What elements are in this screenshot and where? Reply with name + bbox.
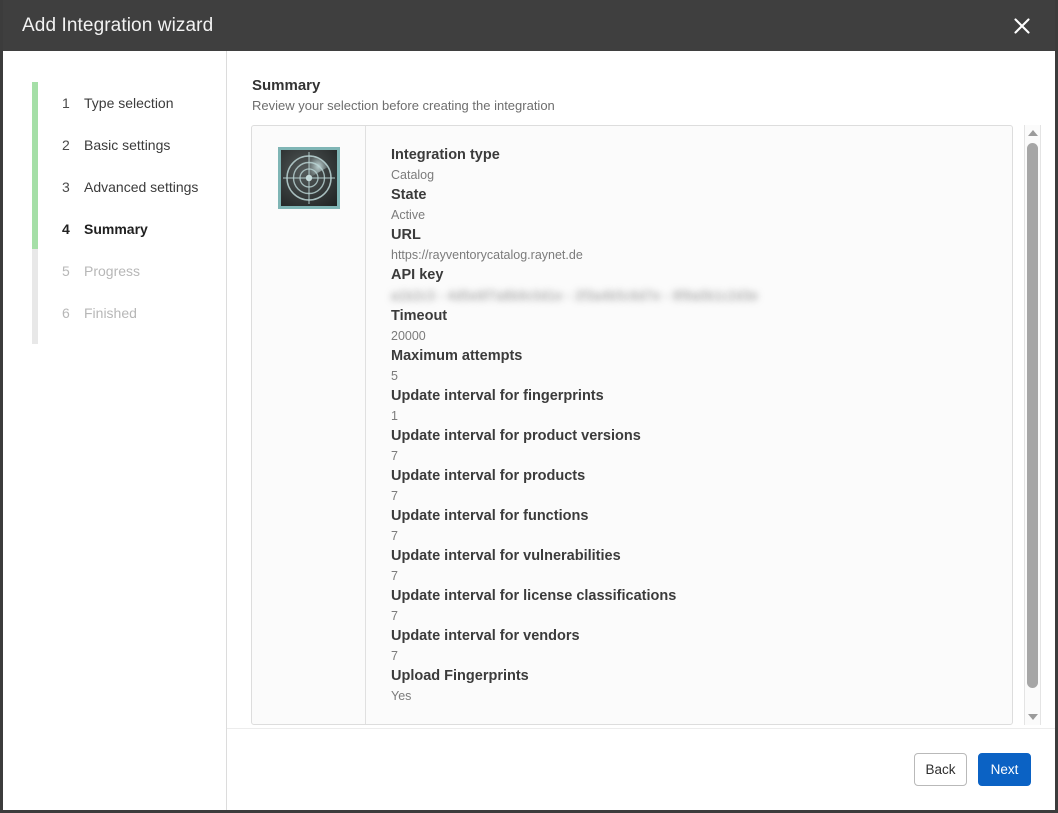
field-value: 7 <box>391 609 398 623</box>
radar-icon <box>277 147 340 209</box>
page-subtitle: Review your selection before creating th… <box>252 98 555 113</box>
scroll-down-button[interactable] <box>1024 709 1041 725</box>
field-value: 20000 <box>391 329 426 343</box>
dialog-footer: Back Next <box>227 729 1055 810</box>
back-button[interactable]: Back <box>914 753 967 786</box>
wizard-main-panel: Summary Review your selection before cre… <box>227 51 1055 810</box>
page-header: Summary Review your selection before cre… <box>227 51 1055 115</box>
wizard-steps-sidebar: 1 Type selection 2 Basic settings 3 Adva… <box>3 51 227 810</box>
close-icon <box>1012 16 1032 36</box>
field-value-redacted: a1b2c3 - 4d5e6f7a8b9c0d1e - 2f3a4b5c6d7e… <box>391 289 759 303</box>
field-value: 1 <box>391 409 398 423</box>
step-label: Advanced settings <box>84 179 199 195</box>
step-label: Basic settings <box>84 137 171 153</box>
field-value: 5 <box>391 369 398 383</box>
summary-panel: Integration type Catalog State Active UR… <box>251 125 1013 725</box>
page-title: Summary <box>252 77 321 94</box>
summary-field: API key a1b2c3 - 4d5e6f7a8b9c0d1e - 2f3a… <box>391 265 1012 306</box>
field-label: Timeout <box>391 308 448 324</box>
field-value: Yes <box>391 689 412 703</box>
field-value: 7 <box>391 529 398 543</box>
step-number: 1 <box>62 95 70 111</box>
field-label: API key <box>391 267 444 283</box>
field-label: State <box>391 187 427 203</box>
dialog-title: Add Integration wizard <box>22 15 214 36</box>
sidebar-step-type-selection[interactable]: 1 Type selection <box>32 82 226 124</box>
step-label: Progress <box>84 263 141 279</box>
step-list: 1 Type selection 2 Basic settings 3 Adva… <box>3 82 226 344</box>
step-label: Summary <box>84 221 148 237</box>
sidebar-step-basic-settings[interactable]: 2 Basic settings <box>32 124 226 166</box>
sidebar-step-advanced-settings[interactable]: 3 Advanced settings <box>32 166 226 208</box>
summary-field: URL https://rayventorycatalog.raynet.de <box>391 225 1012 265</box>
integration-icon-column <box>252 126 366 724</box>
scrollbar-thumb[interactable] <box>1027 143 1038 688</box>
field-value: https://rayventorycatalog.raynet.de <box>391 248 583 262</box>
scroll-up-button[interactable] <box>1024 125 1041 141</box>
summary-field: Update interval for fingerprints 1 <box>391 386 1012 426</box>
step-label: Finished <box>84 305 137 321</box>
field-label: Update interval for license classificati… <box>391 588 677 604</box>
dialog-body: 1 Type selection 2 Basic settings 3 Adva… <box>3 51 1055 810</box>
summary-field: Update interval for vulnerabilities 7 <box>391 546 1012 586</box>
next-button[interactable]: Next <box>978 753 1031 786</box>
summary-scrollbar[interactable] <box>1024 125 1041 725</box>
summary-field: Update interval for product versions 7 <box>391 426 1012 466</box>
sidebar-step-summary[interactable]: 4 Summary <box>32 208 226 250</box>
field-value: 7 <box>391 489 398 503</box>
field-label: Update interval for vulnerabilities <box>391 548 621 564</box>
summary-fields: Integration type Catalog State Active UR… <box>366 126 1012 724</box>
summary-field: Timeout 20000 <box>391 306 1012 346</box>
sidebar-step-finished: 6 Finished <box>32 292 226 334</box>
summary-field: Integration type Catalog <box>391 145 1012 185</box>
step-number: 5 <box>62 263 70 279</box>
scrollbar-track[interactable] <box>1024 141 1041 709</box>
step-number: 3 <box>62 179 70 195</box>
summary-field: Update interval for products 7 <box>391 466 1012 506</box>
summary-field: Update interval for functions 7 <box>391 506 1012 546</box>
sidebar-step-progress: 5 Progress <box>32 250 226 292</box>
step-label: Type selection <box>84 95 174 111</box>
step-number: 6 <box>62 305 70 321</box>
field-label: Update interval for fingerprints <box>391 388 604 404</box>
field-value: 7 <box>391 569 398 583</box>
dialog-titlebar: Add Integration wizard <box>3 0 1055 51</box>
step-number: 2 <box>62 137 70 153</box>
field-label: Upload Fingerprints <box>391 668 529 684</box>
summary-field: State Active <box>391 185 1012 225</box>
field-label: Update interval for product versions <box>391 428 641 444</box>
chevron-down-icon <box>1027 714 1038 720</box>
close-button[interactable] <box>1007 11 1037 41</box>
chevron-up-icon <box>1027 130 1038 136</box>
field-label: URL <box>391 227 421 243</box>
summary-field: Maximum attempts 5 <box>391 346 1012 386</box>
field-label: Maximum attempts <box>391 348 523 364</box>
field-value: 7 <box>391 449 398 463</box>
field-label: Integration type <box>391 147 500 163</box>
field-value: Catalog <box>391 168 435 182</box>
step-number: 4 <box>62 221 70 237</box>
field-value: 7 <box>391 649 398 663</box>
summary-field: Update interval for vendors 7 <box>391 626 1012 666</box>
summary-field: Upload Fingerprints Yes <box>391 666 1012 706</box>
wizard-dialog: Add Integration wizard 1 Type selection <box>0 0 1058 813</box>
field-value: Active <box>391 208 426 222</box>
summary-field: Update interval for license classificati… <box>391 586 1012 626</box>
field-label: Update interval for vendors <box>391 628 580 644</box>
field-label: Update interval for products <box>391 468 586 484</box>
field-label: Update interval for functions <box>391 508 589 524</box>
